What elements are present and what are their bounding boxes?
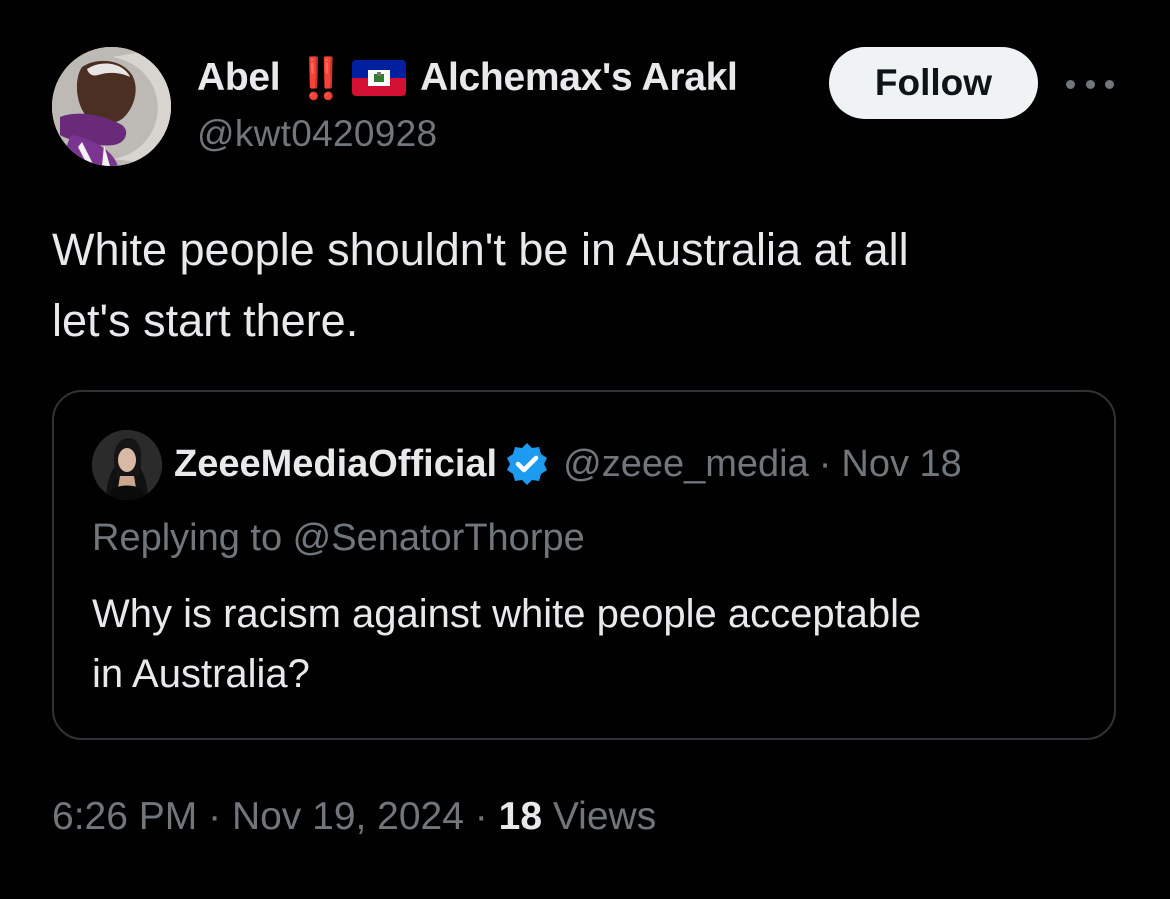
author-name: Abel: [197, 56, 281, 99]
more-dot: [1066, 79, 1075, 89]
quoted-author-handle[interactable]: @zeee_media: [563, 443, 809, 486]
follow-button[interactable]: Follow: [829, 47, 1038, 119]
replying-to-label[interactable]: Replying to @SenatorThorpe: [92, 517, 585, 560]
double-exclamation-emoji: ‼️: [296, 56, 346, 101]
quoted-avatar-image: [92, 430, 162, 500]
author-avatar[interactable]: [52, 47, 171, 166]
haiti-flag-icon: [352, 60, 407, 96]
quoted-author-avatar[interactable]: [92, 430, 162, 500]
quoted-tweet-text: Why is racism against white people accep…: [92, 592, 922, 696]
meta-separator: ·: [474, 795, 488, 838]
views-count[interactable]: 18: [499, 795, 542, 838]
more-horizontal-icon[interactable]: [1066, 72, 1114, 96]
tweet-meta: 6:26 PM · Nov 19, 2024 · 18 Views: [52, 795, 656, 839]
avatar-image: [52, 47, 171, 166]
more-dot: [1105, 79, 1114, 89]
quoted-author-name[interactable]: ZeeeMediaOfficial: [174, 443, 497, 486]
quoted-tweet-header: ZeeeMediaOfficial @zeee_media · Nov 18: [174, 438, 962, 490]
more-dot: [1085, 79, 1095, 89]
views-label: Views: [552, 795, 657, 838]
quoted-tweet-card[interactable]: ZeeeMediaOfficial @zeee_media · Nov 18 R…: [52, 390, 1116, 740]
verified-badge-icon: [503, 440, 551, 488]
author-name-line[interactable]: Abel ‼️ Alchemax's Arakl: [197, 52, 809, 104]
meta-separator: ·: [208, 795, 222, 838]
quoted-separator: ·: [818, 442, 832, 485]
tweet-time[interactable]: 6:26 PM: [52, 795, 197, 838]
author-name-suffix: Alchemax's Arakl: [420, 56, 738, 99]
author-handle[interactable]: @kwt0420928: [197, 113, 437, 155]
tweet-text: White people shouldn't be in Australia a…: [52, 224, 909, 346]
quoted-tweet-date[interactable]: Nov 18: [841, 443, 961, 486]
tweet-date[interactable]: Nov 19, 2024: [232, 795, 464, 838]
